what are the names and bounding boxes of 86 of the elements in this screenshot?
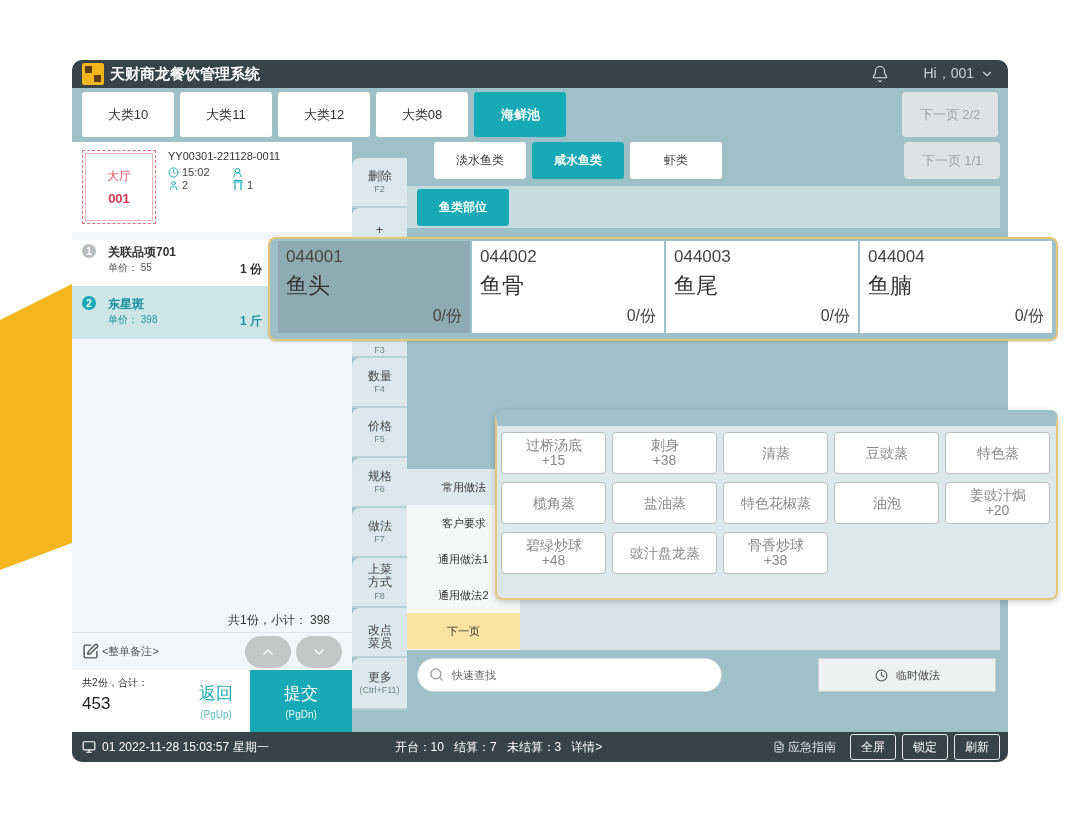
dish-code: 044001: [286, 247, 344, 267]
search-field[interactable]: 快速查找: [417, 658, 722, 692]
function-button[interactable]: 上菜方式 F8: [352, 558, 407, 608]
person-icon: [232, 166, 243, 178]
function-button[interactable]: 更多 (Ctrl+F11): [352, 658, 407, 710]
function-button[interactable]: 数量 F4: [352, 358, 407, 408]
subcategory-tab[interactable]: 淡水鱼类: [434, 142, 526, 179]
search-icon: [429, 667, 444, 682]
item-quantity: 1 斤: [240, 313, 262, 330]
table-count: 1: [247, 179, 254, 191]
method-button[interactable]: 豆豉蒸: [834, 432, 939, 474]
guest-icon: [168, 179, 179, 191]
next-page-button[interactable]: 下一页: [407, 613, 520, 649]
table-card[interactable]: 大厅 001: [82, 150, 156, 224]
function-button[interactable]: 规格 F6: [352, 458, 407, 508]
item-index: 1: [82, 244, 96, 258]
status-button[interactable]: 刷新: [954, 734, 1000, 760]
item-index: 2: [82, 296, 96, 310]
logo-icon: [82, 63, 104, 85]
dish-name: 鱼尾: [674, 272, 719, 300]
table-icon: [232, 179, 244, 191]
method-button[interactable]: 豉汁盘龙蒸: [612, 532, 717, 574]
dish-name: 鱼骨: [480, 272, 525, 300]
dish-card[interactable]: 044003 鱼尾 0/份: [666, 241, 858, 333]
method-button[interactable]: 盐油蒸: [612, 482, 717, 524]
stat-text: 未结算：3: [506, 738, 562, 756]
method-button[interactable]: 清蒸: [723, 432, 828, 474]
stat-text: 开台：10: [394, 738, 444, 756]
function-button[interactable]: 删除 F2: [352, 158, 407, 208]
dish-stock: 0/份: [1014, 306, 1044, 326]
subtotal: 共1份，小计： 398: [227, 612, 331, 629]
item-price: 单价： 398: [108, 313, 159, 327]
status-button[interactable]: 锁定: [902, 734, 948, 760]
method-button[interactable]: 过桥汤底 +15: [501, 432, 606, 474]
method-button[interactable]: 碧绿炒球 +48: [501, 532, 606, 574]
method-button[interactable]: 骨香炒球 +38: [723, 532, 828, 574]
stat-text: 结算：7: [453, 738, 497, 756]
dish-card[interactable]: 044001 鱼头 0/份: [278, 241, 470, 333]
guest-count: 2: [182, 179, 189, 191]
temp-method-button[interactable]: 临时做法: [818, 658, 996, 692]
method-button[interactable]: 刺身 +38: [612, 432, 717, 474]
order-note[interactable]: <整单备注>: [102, 644, 240, 659]
guide-link[interactable]: 应急指南: [773, 738, 836, 756]
total-label: 共2份，合计：: [82, 676, 149, 690]
function-button[interactable]: 价格 F5: [352, 408, 407, 458]
function-button[interactable]: 做法 F7: [352, 508, 407, 558]
dish-card[interactable]: 044004 鱼腩 0/份: [860, 241, 1052, 333]
clock-icon: [168, 166, 179, 178]
area-label: 大厅: [107, 168, 131, 185]
dish-code: 044002: [480, 247, 538, 267]
method-button[interactable]: 榄角蒸: [501, 482, 606, 524]
order-time: 15:02: [182, 166, 210, 178]
dish-code: 044003: [674, 247, 732, 267]
method-button[interactable]: 特色蒸: [945, 432, 1050, 474]
function-button[interactable]: 改点菜员: [352, 608, 407, 658]
window-title: 天财商龙餐饮管理系统: [110, 64, 261, 84]
terminal-datetime: 01 2022-11-28 15:03:57 星期一: [102, 738, 269, 756]
edit-icon[interactable]: [82, 643, 99, 660]
category-tab[interactable]: 大类10: [82, 92, 174, 137]
status-button[interactable]: 全屏: [850, 734, 896, 760]
method-button[interactable]: 姜豉汁焗 +20: [945, 482, 1050, 524]
dish-name: 鱼腩: [868, 272, 913, 300]
total-amount: 453: [82, 694, 112, 714]
item-name: 东星斑: [108, 296, 145, 313]
category-tab[interactable]: 大类11: [180, 92, 272, 137]
item-name: 关联品项701: [108, 244, 178, 261]
bell-icon[interactable]: [871, 65, 890, 83]
category-tab[interactable]: 大类12: [278, 92, 370, 137]
dish-stock: 0/份: [820, 306, 850, 326]
dish-card[interactable]: 044002 鱼骨 0/份: [472, 241, 664, 333]
dish-code: 044004: [868, 247, 926, 267]
dish-stock: 0/份: [626, 306, 656, 326]
table-number: 001: [108, 191, 130, 206]
document-icon: [773, 741, 785, 753]
details-link[interactable]: 详情>: [571, 738, 603, 756]
monitor-icon: [82, 740, 96, 754]
order-number: YY00301-221128-0011: [168, 150, 282, 162]
user-greeting[interactable]: Hi，001: [923, 65, 974, 83]
item-price: 单价： 55: [108, 261, 153, 275]
method-button[interactable]: 特色花椒蒸: [723, 482, 828, 524]
category-tab[interactable]: 大类08: [376, 92, 468, 137]
item-quantity: 1 份: [240, 261, 262, 278]
subcategory-tab[interactable]: 虾类: [630, 142, 722, 179]
dish-stock: 0/份: [432, 306, 462, 326]
clock-icon: [874, 668, 888, 682]
method-button[interactable]: 油泡: [834, 482, 939, 524]
